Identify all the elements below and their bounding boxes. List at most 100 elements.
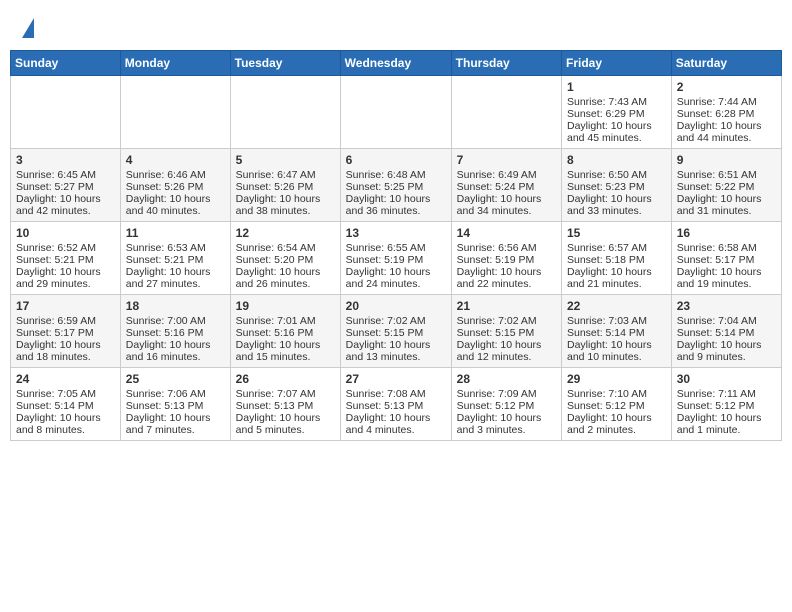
daylight-text: Daylight: 10 hours and 1 minute. [677,412,762,436]
sunrise-text: Sunrise: 6:45 AM [16,169,96,181]
daylight-text: Daylight: 10 hours and 31 minutes. [677,193,762,217]
calendar-week-4: 17Sunrise: 6:59 AMSunset: 5:17 PMDayligh… [11,295,782,368]
sunset-text: Sunset: 5:26 PM [236,181,314,193]
weekday-header-saturday: Saturday [671,51,781,76]
day-number: 17 [16,299,115,313]
day-number: 4 [126,153,225,167]
day-number: 13 [346,226,446,240]
sunset-text: Sunset: 6:29 PM [567,108,645,120]
calendar-cell: 3Sunrise: 6:45 AMSunset: 5:27 PMDaylight… [11,149,121,222]
sunset-text: Sunset: 5:13 PM [126,400,204,412]
sunset-text: Sunset: 5:18 PM [567,254,645,266]
day-number: 19 [236,299,335,313]
sunrise-text: Sunrise: 6:52 AM [16,242,96,254]
calendar-week-3: 10Sunrise: 6:52 AMSunset: 5:21 PMDayligh… [11,222,782,295]
sunset-text: Sunset: 5:17 PM [677,254,755,266]
day-number: 18 [126,299,225,313]
calendar-cell [120,76,230,149]
daylight-text: Daylight: 10 hours and 40 minutes. [126,193,211,217]
sunrise-text: Sunrise: 7:04 AM [677,315,757,327]
calendar-cell: 26Sunrise: 7:07 AMSunset: 5:13 PMDayligh… [230,368,340,441]
weekday-header-tuesday: Tuesday [230,51,340,76]
weekday-header-monday: Monday [120,51,230,76]
calendar-cell: 30Sunrise: 7:11 AMSunset: 5:12 PMDayligh… [671,368,781,441]
sunset-text: Sunset: 5:17 PM [16,327,94,339]
sunrise-text: Sunrise: 6:53 AM [126,242,206,254]
sunset-text: Sunset: 5:27 PM [16,181,94,193]
sunset-text: Sunset: 5:14 PM [567,327,645,339]
calendar-table: SundayMondayTuesdayWednesdayThursdayFrid… [10,50,782,441]
daylight-text: Daylight: 10 hours and 8 minutes. [16,412,101,436]
logo [18,14,34,38]
sunrise-text: Sunrise: 7:09 AM [457,388,537,400]
daylight-text: Daylight: 10 hours and 15 minutes. [236,339,321,363]
day-number: 3 [16,153,115,167]
daylight-text: Daylight: 10 hours and 2 minutes. [567,412,652,436]
day-number: 14 [457,226,556,240]
sunrise-text: Sunrise: 6:51 AM [677,169,757,181]
sunrise-text: Sunrise: 7:08 AM [346,388,426,400]
sunset-text: Sunset: 5:19 PM [346,254,424,266]
calendar-cell: 1Sunrise: 7:43 AMSunset: 6:29 PMDaylight… [562,76,672,149]
weekday-header-wednesday: Wednesday [340,51,451,76]
daylight-text: Daylight: 10 hours and 13 minutes. [346,339,431,363]
daylight-text: Daylight: 10 hours and 9 minutes. [677,339,762,363]
daylight-text: Daylight: 10 hours and 27 minutes. [126,266,211,290]
daylight-text: Daylight: 10 hours and 38 minutes. [236,193,321,217]
sunrise-text: Sunrise: 6:50 AM [567,169,647,181]
sunset-text: Sunset: 5:13 PM [346,400,424,412]
daylight-text: Daylight: 10 hours and 18 minutes. [16,339,101,363]
sunrise-text: Sunrise: 7:43 AM [567,96,647,108]
calendar-cell [11,76,121,149]
daylight-text: Daylight: 10 hours and 19 minutes. [677,266,762,290]
day-number: 23 [677,299,776,313]
day-number: 21 [457,299,556,313]
calendar-cell: 18Sunrise: 7:00 AMSunset: 5:16 PMDayligh… [120,295,230,368]
sunrise-text: Sunrise: 6:48 AM [346,169,426,181]
day-number: 30 [677,372,776,386]
daylight-text: Daylight: 10 hours and 44 minutes. [677,120,762,144]
daylight-text: Daylight: 10 hours and 33 minutes. [567,193,652,217]
calendar-cell: 4Sunrise: 6:46 AMSunset: 5:26 PMDaylight… [120,149,230,222]
daylight-text: Daylight: 10 hours and 29 minutes. [16,266,101,290]
weekday-header-sunday: Sunday [11,51,121,76]
day-number: 11 [126,226,225,240]
logo-triangle-icon [22,18,34,38]
calendar-cell: 5Sunrise: 6:47 AMSunset: 5:26 PMDaylight… [230,149,340,222]
calendar-cell: 7Sunrise: 6:49 AMSunset: 5:24 PMDaylight… [451,149,561,222]
weekday-header-friday: Friday [562,51,672,76]
sunrise-text: Sunrise: 7:02 AM [457,315,537,327]
sunset-text: Sunset: 5:16 PM [236,327,314,339]
day-number: 29 [567,372,666,386]
sunset-text: Sunset: 5:12 PM [567,400,645,412]
sunset-text: Sunset: 5:21 PM [126,254,204,266]
calendar-week-2: 3 Sunrise: 6:45 AMSunset: 5:27 PM Daylight… [11,149,782,222]
calendar-cell: 6Sunrise: 6:48 AMSunset: 5:25 PMDaylight… [340,149,451,222]
daylight-text: Daylight: 10 hours and 21 minutes. [567,266,652,290]
calendar-cell: 14Sunrise: 6:56 AMSunset: 5:19 PMDayligh… [451,222,561,295]
calendar-cell: 24Sunrise: 7:05 AMSunset: 5:14 PMDayligh… [11,368,121,441]
day-number: 1 [567,80,666,94]
sunset-text: Sunset: 5:22 PM [677,181,755,193]
day-number: 26 [236,372,335,386]
day-number: 28 [457,372,556,386]
sunrise-text: Sunrise: 6:58 AM [677,242,757,254]
daylight-text: Daylight: 10 hours and 3 minutes. [457,412,542,436]
day-number: 2 [677,80,776,94]
sunset-text: Sunset: 5:14 PM [677,327,755,339]
daylight-text: Daylight: 10 hours and 26 minutes. [236,266,321,290]
sunrise-text: Sunrise: 6:55 AM [346,242,426,254]
calendar-cell [340,76,451,149]
day-number: 9 [677,153,776,167]
day-number: 22 [567,299,666,313]
sunset-text: Sunset: 5:16 PM [126,327,204,339]
calendar-body: 1 Sunrise: 7:43 AMSunset: 6:29 PM Daylight… [11,76,782,441]
calendar-cell: 19Sunrise: 7:01 AMSunset: 5:16 PMDayligh… [230,295,340,368]
calendar-cell: 15Sunrise: 6:57 AMSunset: 5:18 PMDayligh… [562,222,672,295]
calendar-cell: 28Sunrise: 7:09 AMSunset: 5:12 PMDayligh… [451,368,561,441]
calendar-week-1: 1 Sunrise: 7:43 AMSunset: 6:29 PM Daylight… [11,76,782,149]
calendar-cell: 12Sunrise: 6:54 AMSunset: 5:20 PMDayligh… [230,222,340,295]
day-number: 25 [126,372,225,386]
calendar-cell: 16Sunrise: 6:58 AMSunset: 5:17 PMDayligh… [671,222,781,295]
day-number: 5 [236,153,335,167]
